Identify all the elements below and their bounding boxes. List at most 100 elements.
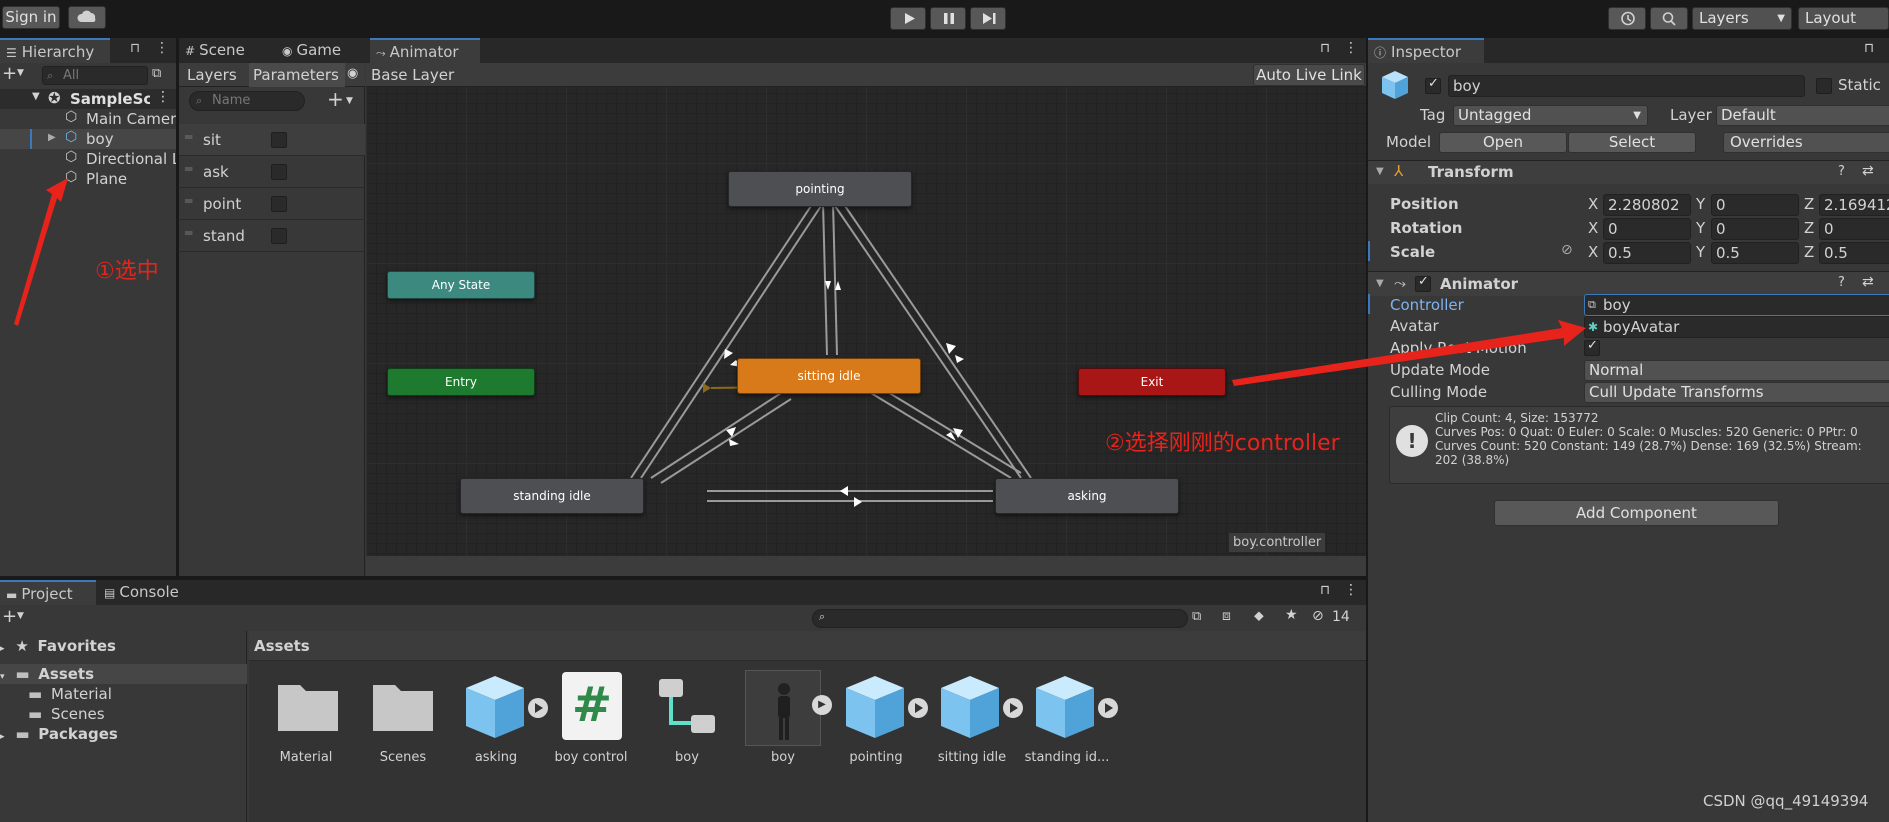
tag-dropdown[interactable]: Untagged ▼ (1453, 105, 1648, 126)
tab-scene[interactable]: # Scene (179, 38, 274, 63)
parameter-row-stand[interactable]: ═ stand (179, 220, 365, 252)
add-icon[interactable]: + (2, 606, 17, 627)
layout-dropdown[interactable]: Layout (1798, 7, 1889, 30)
lock-icon[interactable]: ⊓ (1320, 41, 1330, 56)
tab-console[interactable]: ▤ Console (98, 580, 198, 605)
drag-handle-icon[interactable]: ═ (185, 226, 192, 240)
kebab-menu-icon[interactable]: ⋮ (155, 40, 169, 56)
link-scale-icon[interactable]: ⊘ (1561, 242, 1573, 258)
tab-layers[interactable]: Layers (187, 63, 237, 87)
packages-row[interactable]: ▸ ▬ Packages (0, 724, 247, 744)
position-y-field[interactable]: 0 (1711, 194, 1799, 216)
project-search-input[interactable]: ⌕ (812, 609, 1188, 628)
hidden-packages-icon[interactable]: ⊘ (1312, 608, 1324, 624)
foldout-icon[interactable]: ▼ (1376, 278, 1384, 289)
controller-field[interactable]: ⧉ boy (1584, 294, 1889, 316)
kebab-menu-icon[interactable]: ⋮ (1344, 40, 1358, 56)
kebab-menu-icon[interactable]: ⋮ (1344, 582, 1358, 598)
asset-standing-idle[interactable] (1030, 670, 1120, 742)
expand-icon[interactable]: ▼ (32, 91, 40, 102)
layers-dropdown[interactable]: Layers ▼ (1692, 7, 1792, 30)
state-node-any-state[interactable]: Any State (387, 271, 535, 299)
help-icon[interactable]: ? (1838, 164, 1845, 179)
parameter-row-sit[interactable]: ═ sit (179, 124, 365, 156)
state-node-standing-idle[interactable]: standing idle (460, 478, 644, 514)
filter-label-icon[interactable]: ⬥ (1254, 608, 1264, 624)
favorites-row[interactable]: ▸ ★ Favorites (0, 636, 247, 656)
state-node-sitting-idle[interactable]: sitting idle (737, 358, 921, 394)
add-parameter-button[interactable]: + (327, 87, 344, 111)
scale-x-field[interactable]: 0.5 (1603, 242, 1691, 264)
tab-parameters[interactable]: Parameters (249, 63, 345, 87)
expand-icon[interactable]: ▾ (0, 672, 5, 682)
asset-scenes[interactable] (371, 675, 435, 735)
position-x-field[interactable]: 2.280802 (1603, 194, 1691, 216)
rotation-z-field[interactable]: 0 (1819, 218, 1889, 240)
lock-icon[interactable]: ⊓ (130, 41, 140, 56)
scale-y-field[interactable]: 0.5 (1711, 242, 1799, 264)
chevron-down-icon[interactable]: ▼ (17, 68, 24, 78)
sign-in-button[interactable]: Sign in (2, 6, 60, 29)
rotation-x-field[interactable]: 0 (1603, 218, 1691, 240)
eye-icon[interactable]: ◉ (347, 66, 358, 81)
asset-boy-animator[interactable] (655, 675, 719, 739)
object-name-input[interactable]: boy (1448, 75, 1805, 97)
hierarchy-search-input[interactable]: ⌕ All (42, 66, 148, 85)
asset-boy-controller[interactable]: # (562, 672, 622, 740)
foldout-icon[interactable]: ▼ (1376, 166, 1384, 177)
search-button[interactable] (1650, 7, 1688, 30)
asset-pointing[interactable] (840, 670, 930, 742)
add-component-button[interactable]: Add Component (1494, 500, 1779, 526)
update-mode-dropdown[interactable]: Normal (1584, 360, 1889, 381)
kebab-menu-icon[interactable]: ⋮ (156, 89, 170, 105)
tab-inspector[interactable]: ⓘ Inspector (1368, 38, 1484, 63)
step-button[interactable] (970, 7, 1006, 30)
play-icon[interactable]: ▶ (812, 695, 832, 715)
state-node-entry[interactable]: Entry (387, 368, 535, 396)
drag-handle-icon[interactable]: ═ (185, 130, 192, 144)
material-folder-row[interactable]: ▬ Material (28, 684, 247, 704)
tab-animator[interactable]: ⤳ Animator (370, 38, 480, 63)
tab-hierarchy[interactable]: ☰ Hierarchy (0, 38, 110, 63)
chevron-down-icon[interactable]: ▼ (17, 611, 24, 621)
scenes-folder-row[interactable]: ▬ Scenes (28, 704, 247, 724)
component-settings-icon[interactable]: ⇄ (1862, 163, 1874, 179)
search-options-icon[interactable]: ⧉ (1192, 609, 1201, 624)
hierarchy-item-main-camera[interactable]: ⬡ Main Camer (0, 109, 176, 129)
play-button[interactable] (890, 7, 926, 30)
asset-asking[interactable] (460, 670, 550, 742)
animator-component-header[interactable]: ▼ ⤳ ✓ Animator ? ⇄ (1368, 271, 1889, 296)
asset-sitting-idle[interactable] (935, 670, 1025, 742)
expand-icon[interactable]: ▸ (0, 644, 5, 654)
chevron-down-icon[interactable]: ▼ (346, 96, 353, 106)
select-button[interactable]: Select (1568, 132, 1696, 153)
search-options-icon[interactable]: ⧉ (152, 66, 161, 81)
position-z-field[interactable]: 2.169412 (1819, 194, 1889, 216)
assets-row[interactable]: ▾ ▬ Assets (0, 664, 247, 684)
history-button[interactable] (1608, 7, 1646, 30)
parameter-trigger-checkbox[interactable] (271, 196, 287, 212)
parameter-row-point[interactable]: ═ point (179, 188, 365, 220)
assets-breadcrumb[interactable]: Assets (254, 637, 310, 655)
state-node-exit[interactable]: Exit (1078, 368, 1226, 396)
drag-handle-icon[interactable]: ═ (185, 162, 192, 176)
parameter-trigger-checkbox[interactable] (271, 228, 287, 244)
filter-type-icon[interactable]: ⧈ (1222, 608, 1231, 624)
overrides-dropdown[interactable]: Overrides (1723, 132, 1889, 153)
active-checkbox[interactable]: ✓ (1425, 76, 1441, 94)
avatar-field[interactable]: ✱ boyAvatar (1584, 316, 1889, 338)
open-button[interactable]: Open (1439, 132, 1567, 153)
tab-game[interactable]: ◉ Game (276, 38, 366, 63)
add-icon[interactable]: + (2, 63, 17, 84)
parameter-search-input[interactable]: ⌕ Name (189, 91, 305, 111)
help-icon[interactable]: ? (1838, 275, 1845, 290)
static-checkbox[interactable] (1816, 78, 1832, 94)
layer-dropdown[interactable]: Default (1716, 105, 1889, 126)
lock-icon[interactable]: ⊓ (1320, 583, 1330, 598)
asset-material[interactable] (276, 675, 340, 735)
favorite-star-icon[interactable]: ★ (1285, 607, 1298, 623)
pause-button[interactable] (930, 7, 966, 30)
scale-z-field[interactable]: 0.5 (1819, 242, 1889, 264)
rotation-y-field[interactable]: 0 (1711, 218, 1799, 240)
drag-handle-icon[interactable]: ═ (185, 194, 192, 208)
